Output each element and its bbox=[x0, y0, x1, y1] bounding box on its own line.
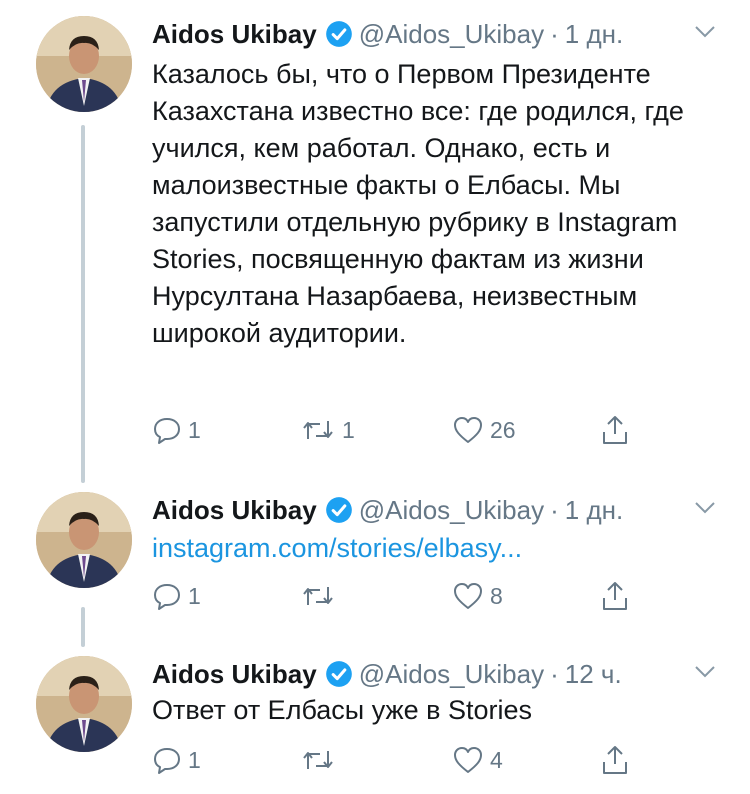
heart-icon bbox=[452, 415, 484, 445]
share-icon bbox=[600, 580, 630, 612]
like-button[interactable]: 8 bbox=[452, 578, 503, 614]
tweet-header: Aidos Ukibay @Aidos_Ukibay · 1 дн. bbox=[152, 14, 623, 54]
author-handle[interactable]: @Aidos_Ukibay bbox=[359, 659, 544, 690]
reply-button[interactable]: 1 bbox=[152, 578, 201, 614]
tweet-actions: 1 4 bbox=[152, 742, 652, 778]
tweet[interactable]: Aidos Ukibay @Aidos_Ukibay · 1 дн. Казал… bbox=[0, 14, 750, 464]
chevron-down-icon[interactable] bbox=[694, 664, 716, 680]
tweet-timestamp[interactable]: 1 дн. bbox=[565, 495, 623, 526]
separator-dot: · bbox=[550, 18, 559, 49]
retweet-button[interactable]: 1 bbox=[300, 412, 355, 448]
reply-count: 1 bbox=[188, 582, 201, 609]
share-icon bbox=[600, 744, 630, 776]
author-handle[interactable]: @Aidos_Ukibay bbox=[359, 495, 544, 526]
retweet-button[interactable] bbox=[300, 578, 342, 614]
retweet-icon bbox=[300, 581, 336, 611]
avatar[interactable] bbox=[36, 656, 132, 752]
share-button[interactable] bbox=[600, 578, 630, 614]
heart-icon bbox=[452, 745, 484, 775]
chevron-down-icon[interactable] bbox=[694, 500, 716, 516]
chevron-down-icon[interactable] bbox=[694, 24, 716, 40]
separator-dot: · bbox=[550, 658, 559, 689]
reply-button[interactable]: 1 bbox=[152, 412, 201, 448]
retweet-button[interactable] bbox=[300, 742, 342, 778]
tweet-link[interactable]: instagram.com/stories/elbasy... bbox=[152, 533, 522, 563]
retweet-count: 1 bbox=[342, 416, 355, 443]
retweet-icon bbox=[300, 415, 336, 445]
tweet-actions: 1 1 26 bbox=[152, 412, 652, 448]
tweet-text: instagram.com/stories/elbasy... bbox=[152, 530, 732, 567]
share-button[interactable] bbox=[600, 412, 630, 448]
tweet-timestamp[interactable]: 1 дн. bbox=[565, 19, 623, 50]
author-handle[interactable]: @Aidos_Ukibay bbox=[359, 19, 544, 50]
like-count: 4 bbox=[490, 746, 503, 773]
retweet-icon bbox=[300, 745, 336, 775]
tweet[interactable]: Aidos Ukibay @Aidos_Ukibay · 12 ч. Ответ… bbox=[0, 654, 750, 789]
verified-badge-icon bbox=[325, 496, 353, 524]
reply-count: 1 bbox=[188, 746, 201, 773]
reply-icon bbox=[152, 745, 182, 775]
verified-badge-icon bbox=[325, 20, 353, 48]
reply-icon bbox=[152, 581, 182, 611]
verified-badge-icon bbox=[325, 660, 353, 688]
avatar[interactable] bbox=[36, 492, 132, 588]
tweet-text: Казалось бы, что о Первом Президенте Каз… bbox=[152, 59, 684, 348]
share-button[interactable] bbox=[600, 742, 630, 778]
avatar[interactable] bbox=[36, 16, 132, 112]
author-name[interactable]: Aidos Ukibay bbox=[152, 495, 317, 526]
tweet-timestamp[interactable]: 12 ч. bbox=[565, 659, 622, 690]
author-name[interactable]: Aidos Ukibay bbox=[152, 659, 317, 690]
like-button[interactable]: 26 bbox=[452, 412, 516, 448]
reply-button[interactable]: 1 bbox=[152, 742, 201, 778]
reply-icon bbox=[152, 415, 182, 445]
tweet-actions: 1 8 bbox=[152, 578, 652, 614]
tweet-header: Aidos Ukibay @Aidos_Ukibay · 1 дн. bbox=[152, 490, 623, 530]
reply-count: 1 bbox=[188, 416, 201, 443]
like-button[interactable]: 4 bbox=[452, 742, 503, 778]
share-icon bbox=[600, 414, 630, 446]
separator-dot: · bbox=[550, 494, 559, 525]
like-count: 8 bbox=[490, 582, 503, 609]
like-count: 26 bbox=[490, 416, 516, 443]
tweet-header: Aidos Ukibay @Aidos_Ukibay · 12 ч. bbox=[152, 654, 622, 694]
tweet[interactable]: Aidos Ukibay @Aidos_Ukibay · 1 дн. insta… bbox=[0, 490, 750, 620]
heart-icon bbox=[452, 581, 484, 611]
author-name[interactable]: Aidos Ukibay bbox=[152, 19, 317, 50]
tweet-text: Ответ от Елбасы уже в Stories bbox=[152, 695, 532, 725]
